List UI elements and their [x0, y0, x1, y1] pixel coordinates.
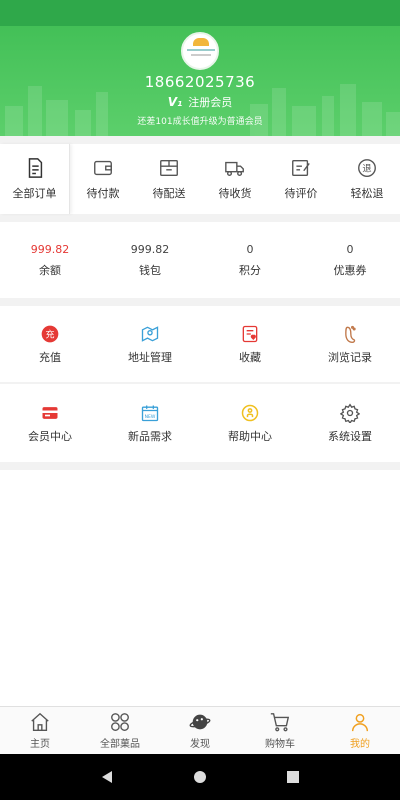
upgrade-hint: 还差101成长值升级为普通会员: [137, 117, 263, 127]
tab-mine[interactable]: 我的: [320, 707, 400, 754]
help-center-button[interactable]: 帮助中心: [200, 384, 300, 462]
address-management-button[interactable]: 地址管理: [100, 306, 200, 382]
coupons-value: 0: [346, 242, 354, 256]
recents-icon[interactable]: [286, 770, 300, 784]
browse-history-label: 浏览记录: [328, 350, 372, 364]
services-row-2: 会员中心 NEW 新品需求 帮助中心 系统设置: [0, 384, 400, 462]
map-icon: [141, 325, 159, 342]
new-icon: NEW: [141, 405, 159, 421]
svg-text:退: 退: [362, 164, 371, 175]
order-status-label: 轻松退: [350, 187, 384, 200]
package-icon: [160, 159, 178, 177]
svg-text:NEW: NEW: [145, 414, 156, 420]
recharge-button[interactable]: 充 充值: [0, 306, 100, 382]
recharge-icon: 充: [41, 325, 59, 342]
balance-item[interactable]: 999.82 余额: [0, 243, 100, 278]
order-status-label: 待收货: [218, 187, 252, 200]
wallet-summary: 999.82 余额 999.82 钱包 0 积分 0 优惠券: [0, 222, 400, 298]
empty-content-area: [0, 470, 400, 706]
order-pending-delivery[interactable]: 待配送: [136, 157, 202, 201]
person-icon: [351, 713, 369, 732]
member-level-label: 注册会员: [188, 96, 233, 109]
member-level[interactable]: V₁ 注册会员: [0, 94, 400, 110]
home-circle-icon[interactable]: [193, 770, 207, 784]
home-icon: [31, 712, 49, 731]
all-orders-button[interactable]: 全部订单: [0, 144, 70, 214]
browse-history-button[interactable]: 浏览记录: [300, 306, 400, 382]
help-icon: [241, 404, 259, 421]
truck-icon: [225, 161, 244, 177]
address-management-label: 地址管理: [128, 350, 172, 364]
coupons-label: 优惠券: [333, 263, 367, 277]
points-label: 积分: [239, 263, 261, 277]
system-navigation-bar: [0, 754, 400, 800]
tab-label: 发现: [190, 739, 210, 750]
review-icon: [292, 159, 310, 177]
tab-discover[interactable]: 发现: [160, 707, 240, 754]
tab-label: 全部菓品: [100, 739, 140, 750]
app-screen: 18662025736 V₁ 注册会员 还差101成长值升级为普通会员 全部订单…: [0, 0, 400, 800]
member-center-label: 会员中心: [28, 429, 72, 443]
favorite-icon: [242, 325, 258, 342]
order-easy-return[interactable]: 退 轻松退: [334, 157, 400, 201]
bottom-tab-bar: 主页 全部菓品 发现 购物车 我的: [0, 706, 400, 754]
settings-icon: [340, 402, 360, 423]
new-product-request-button[interactable]: NEW 新品需求: [100, 384, 200, 462]
recharge-label: 充值: [39, 350, 61, 364]
profile-header: 18662025736 V₁ 注册会员 还差101成长值升级为普通会员: [0, 26, 400, 136]
points-value: 0: [246, 242, 254, 256]
tab-label: 购物车: [265, 739, 295, 750]
tab-label: 我的: [350, 739, 370, 750]
order-status-label: 待付款: [86, 187, 120, 200]
member-center-button[interactable]: 会员中心: [0, 384, 100, 462]
balance-value: 999.82: [30, 242, 70, 256]
cart-icon: [270, 713, 290, 732]
tab-cart[interactable]: 购物车: [240, 707, 320, 754]
grid-icon: [111, 713, 129, 731]
all-orders-label: 全部订单: [12, 187, 57, 200]
balance-label: 余额: [39, 263, 61, 277]
favorites-label: 收藏: [239, 350, 261, 364]
wallet-label: 钱包: [139, 263, 161, 277]
favorites-button[interactable]: 收藏: [200, 306, 300, 382]
order-status-bar: 全部订单 待付款 待配送 待收货 待评价 退 轻松退: [0, 144, 400, 214]
wallet-value: 999.82: [130, 242, 170, 256]
order-status-label: 待配送: [152, 187, 186, 200]
order-list-icon: [28, 158, 42, 178]
tab-label: 主页: [30, 739, 50, 750]
tab-all-products[interactable]: 全部菓品: [80, 707, 160, 754]
back-icon[interactable]: [100, 770, 114, 784]
coupons-item[interactable]: 0 优惠券: [300, 243, 400, 278]
status-bar: [0, 0, 400, 26]
card-icon: [42, 406, 58, 419]
tab-home[interactable]: 主页: [0, 707, 80, 754]
footprint-icon: [345, 325, 356, 343]
system-settings-button[interactable]: 系统设置: [300, 384, 400, 462]
vip-badge-icon: V₁: [167, 95, 183, 109]
refund-icon: 退: [358, 159, 376, 177]
new-product-request-label: 新品需求: [128, 429, 172, 443]
phone-number: 18662025736: [144, 73, 256, 91]
wallet-icon: [94, 160, 112, 176]
points-item[interactable]: 0 积分: [200, 243, 300, 278]
order-pending-payment[interactable]: 待付款: [70, 157, 136, 201]
planet-icon: [189, 714, 211, 730]
svg-text:充: 充: [45, 328, 54, 340]
help-center-label: 帮助中心: [228, 429, 272, 443]
order-status-label: 待评价: [284, 187, 318, 200]
order-pending-review[interactable]: 待评价: [268, 157, 334, 201]
system-settings-label: 系统设置: [328, 429, 372, 443]
services-row-1: 充 充值 地址管理 收藏 浏览记录: [0, 306, 400, 382]
avatar[interactable]: [181, 32, 219, 70]
order-pending-receipt[interactable]: 待收货: [202, 157, 268, 201]
wallet-item[interactable]: 999.82 钱包: [100, 243, 200, 278]
